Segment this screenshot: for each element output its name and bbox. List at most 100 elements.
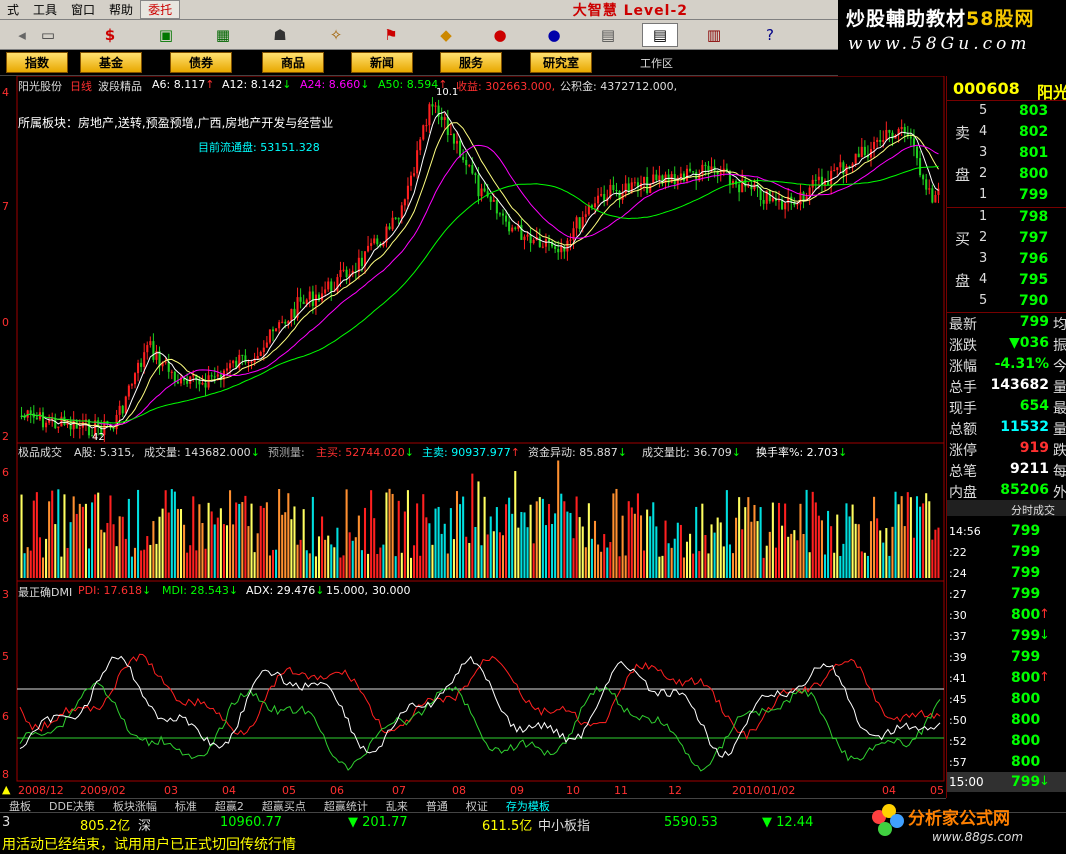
books-icon[interactable]: ▥ xyxy=(696,23,732,47)
buy-price[interactable]: 795 xyxy=(1019,272,1048,288)
buy-price[interactable]: 797 xyxy=(1019,230,1048,246)
bars-icon[interactable]: ▦ xyxy=(205,23,241,47)
sell-price[interactable]: 802 xyxy=(1019,124,1048,140)
volume-bar xyxy=(222,524,225,578)
buy-price[interactable]: 796 xyxy=(1019,251,1048,267)
chart-area[interactable]: 阳光股份 日线 波段精品 A6: 8.117↑ A12: 8.142↓ A24:… xyxy=(0,75,946,798)
volume-bar xyxy=(741,529,744,578)
cat-commodity-button[interactable]: 商品 xyxy=(262,52,324,73)
notes-icon[interactable]: ▤ xyxy=(590,23,626,47)
blue-ball-icon[interactable]: ● xyxy=(536,23,572,47)
volume-bar xyxy=(505,504,508,578)
dmi-adx-label: ADX: 29.476↓ xyxy=(246,584,325,597)
menu-item-window[interactable]: 窗口 xyxy=(64,1,102,18)
period-label[interactable]: 日线 xyxy=(70,78,92,94)
help-cursor-icon[interactable]: ? xyxy=(752,23,788,47)
volume-bar xyxy=(854,523,857,578)
volume-bar xyxy=(541,498,544,578)
stat-value: 799 xyxy=(1019,314,1049,330)
volume-bar xyxy=(765,545,768,578)
dmi-indicator-name[interactable]: 最正确DMI xyxy=(18,584,72,600)
candle-body xyxy=(529,234,532,244)
tick-price: 800 xyxy=(1011,670,1041,686)
flag-icon[interactable]: ⚑ xyxy=(373,23,409,47)
candle-body xyxy=(413,173,416,176)
chart-tool-icon[interactable]: ✧ xyxy=(318,23,354,47)
volume-bar xyxy=(161,508,164,578)
candle-body xyxy=(612,184,615,190)
cat-index-button[interactable]: 指数 xyxy=(6,52,68,73)
ruler-icon[interactable]: ▭ xyxy=(30,23,66,47)
dollar-icon[interactable]: $ xyxy=(92,23,128,47)
vol-indicator-name[interactable]: 极品成交 xyxy=(18,444,62,460)
volume-bar xyxy=(20,494,23,578)
volume-bar xyxy=(455,491,459,578)
volume-bar xyxy=(759,507,762,578)
people-icon[interactable]: ☗ xyxy=(262,23,298,47)
cat-news-button[interactable]: 新闻 xyxy=(351,52,413,73)
tick-arrow: ↓ xyxy=(1039,628,1050,643)
volume-bar xyxy=(183,524,186,578)
volume-bar xyxy=(360,550,363,578)
cat-bond-button[interactable]: 债券 xyxy=(170,52,232,73)
cat-service-button[interactable]: 服务 xyxy=(440,52,502,73)
volume-bar xyxy=(271,549,275,578)
volume-bar xyxy=(511,513,514,578)
cat-research-button[interactable]: 研究室 xyxy=(530,52,592,73)
workarea-label[interactable]: 工作区 xyxy=(640,55,673,71)
tick-price: 799 xyxy=(1011,586,1041,602)
stock-code[interactable]: 000608 xyxy=(953,79,1020,98)
volume-bar xyxy=(373,518,376,578)
candle-body xyxy=(342,269,345,271)
menu-item-style[interactable]: 式 xyxy=(0,1,26,18)
kline-chart-svg[interactable] xyxy=(0,75,946,798)
menu-item-help[interactable]: 帮助 xyxy=(102,1,140,18)
buy-price[interactable]: 790 xyxy=(1019,293,1048,309)
candle-body xyxy=(275,328,278,332)
volume-bar xyxy=(937,527,940,578)
red-ball-icon[interactable]: ● xyxy=(482,23,518,47)
volume-bar xyxy=(428,523,431,578)
sell-price[interactable]: 800 xyxy=(1019,166,1048,182)
volume-bar xyxy=(670,547,673,578)
volume-bar xyxy=(330,544,333,578)
sell-price[interactable]: 803 xyxy=(1019,103,1048,119)
volume-bar xyxy=(618,556,621,578)
money-icon[interactable]: ▣ xyxy=(148,23,184,47)
candle-body xyxy=(854,153,857,164)
date-label: 04 xyxy=(222,784,236,797)
cat-fund-button[interactable]: 基金 xyxy=(80,52,142,73)
candle-body xyxy=(232,360,235,364)
volume-bar xyxy=(903,526,906,578)
high-price-label: 10.1 xyxy=(436,87,459,98)
candle-body xyxy=(124,396,127,414)
candle-body xyxy=(225,368,229,371)
candle-body xyxy=(256,355,259,360)
volume-bar xyxy=(633,513,636,578)
volume-bar xyxy=(713,532,716,578)
menu-item-tools[interactable]: 工具 xyxy=(26,1,64,18)
buy-price[interactable]: 798 xyxy=(1019,209,1048,225)
volume-bar xyxy=(382,544,385,578)
volume-bar xyxy=(173,491,176,578)
volume-bar xyxy=(747,497,750,578)
diamond-icon[interactable]: ◆ xyxy=(428,23,464,47)
candle-body xyxy=(919,158,922,176)
volume-bar xyxy=(210,511,213,578)
candle-body xyxy=(719,172,722,175)
candle-body xyxy=(118,405,121,415)
window-icon[interactable]: ▤ xyxy=(642,23,678,47)
volume-bar xyxy=(370,490,373,578)
candle-body xyxy=(140,362,143,367)
buy-level: 5 xyxy=(979,293,988,308)
indicator-label[interactable]: 波段精品 xyxy=(98,78,142,94)
ticks-title[interactable]: 分时成交 xyxy=(1011,502,1055,518)
sell-price[interactable]: 799 xyxy=(1019,187,1048,203)
volume-bar xyxy=(265,502,268,578)
volume-bar xyxy=(241,502,244,578)
volume-bar xyxy=(51,490,54,578)
sell-price[interactable]: 801 xyxy=(1019,145,1048,161)
candle-body xyxy=(753,184,756,190)
volume-bar xyxy=(646,509,649,578)
menu-item-trade[interactable]: 委托 xyxy=(140,0,181,19)
